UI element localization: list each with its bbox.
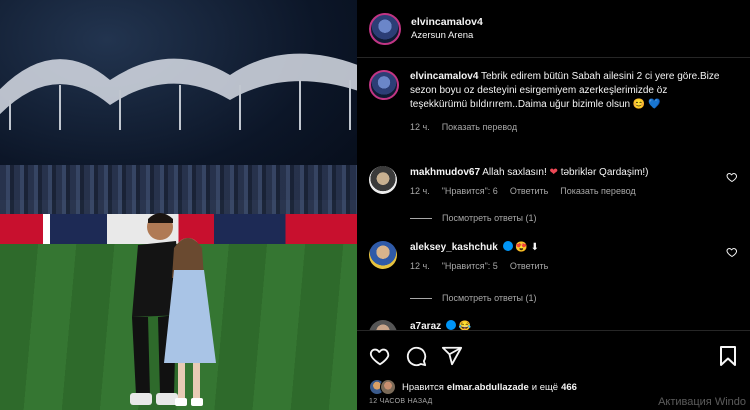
comment-text: Allah saxlasın! bbox=[482, 167, 547, 178]
windows-activation-watermark: Активация Windo bbox=[658, 396, 746, 408]
like-comment-icon[interactable] bbox=[726, 171, 738, 183]
comment-emoji: 😍 ⬇ bbox=[515, 242, 540, 253]
post-time-ago[interactable]: 12 ЧАСОВ НАЗАД bbox=[369, 398, 433, 405]
translate-button[interactable]: Показать перевод bbox=[560, 184, 635, 198]
verified-badge-icon bbox=[502, 241, 513, 251]
post-photo[interactable] bbox=[0, 0, 357, 410]
comment-icon[interactable] bbox=[405, 345, 427, 367]
reply-button[interactable]: Ответить bbox=[510, 259, 548, 273]
comment-likes[interactable]: "Нравится": 5 bbox=[442, 259, 498, 273]
comment-likes[interactable]: "Нравится": 6 bbox=[442, 184, 498, 198]
reply-button[interactable]: Ответить bbox=[510, 184, 548, 198]
likes-prefix: Нравится bbox=[402, 381, 444, 393]
replies-divider bbox=[410, 297, 432, 299]
view-replies[interactable]: Посмотреть ответы (1) bbox=[410, 213, 537, 223]
share-icon[interactable] bbox=[441, 345, 463, 367]
author-avatar[interactable] bbox=[369, 12, 401, 45]
caption-translate[interactable]: Показать перевод bbox=[442, 120, 517, 134]
comment-avatar[interactable] bbox=[369, 241, 397, 269]
girl-figure bbox=[164, 238, 216, 406]
author-username[interactable]: elvincamalov4 bbox=[411, 16, 483, 28]
comment-emoji: 😂 bbox=[458, 321, 472, 330]
comment-time[interactable]: 12 ч. bbox=[410, 184, 430, 198]
post-location[interactable]: Azersun Arena bbox=[411, 30, 483, 41]
comment-username[interactable]: a7araz bbox=[410, 321, 441, 330]
comment-text-continued: təbriklər Qardaşim!) bbox=[560, 167, 649, 178]
verified-badge-icon bbox=[445, 320, 456, 330]
caption-time[interactable]: 12 ч. bbox=[410, 120, 430, 134]
likes-summary[interactable]: Нравится elmar.abdullazade и ещё 466 bbox=[369, 379, 577, 395]
post-header: elvincamalov4 Azersun Arena bbox=[357, 0, 750, 58]
likes-suffix: и ещё bbox=[531, 381, 559, 393]
liker-username[interactable]: elmar.abdullazade bbox=[447, 382, 529, 393]
comment-avatar[interactable] bbox=[369, 320, 397, 330]
heart-icon[interactable] bbox=[369, 345, 391, 367]
view-replies-label[interactable]: Посмотреть ответы (1) bbox=[442, 293, 537, 303]
comment-username[interactable]: makhmudov67 bbox=[410, 167, 480, 178]
post-details-panel: elvincamalov4 Azersun Arena elvincamalov… bbox=[357, 0, 750, 410]
replies-divider bbox=[410, 217, 432, 219]
view-replies[interactable]: Посмотреть ответы (1) bbox=[410, 293, 537, 303]
comment-avatar[interactable] bbox=[369, 166, 397, 194]
likes-count[interactable]: 466 bbox=[561, 382, 577, 393]
red-heart-emoji: ❤ bbox=[549, 167, 558, 178]
like-comment-icon[interactable] bbox=[726, 246, 738, 258]
stadium-roof bbox=[0, 53, 357, 130]
caption-emoji: 😊 💙 bbox=[632, 99, 661, 110]
caption-avatar[interactable] bbox=[369, 70, 399, 100]
comment-time[interactable]: 12 ч. bbox=[410, 259, 430, 273]
bookmark-icon[interactable] bbox=[718, 345, 738, 367]
view-replies-label[interactable]: Посмотреть ответы (1) bbox=[442, 213, 537, 223]
comments-list[interactable]: elvincamalov4 Tebrik edirem bütün Sabah … bbox=[357, 58, 750, 330]
liker-avatar bbox=[380, 379, 396, 395]
caption-username[interactable]: elvincamalov4 bbox=[410, 71, 478, 82]
comment-username[interactable]: aleksey_kashchuk bbox=[410, 242, 498, 253]
